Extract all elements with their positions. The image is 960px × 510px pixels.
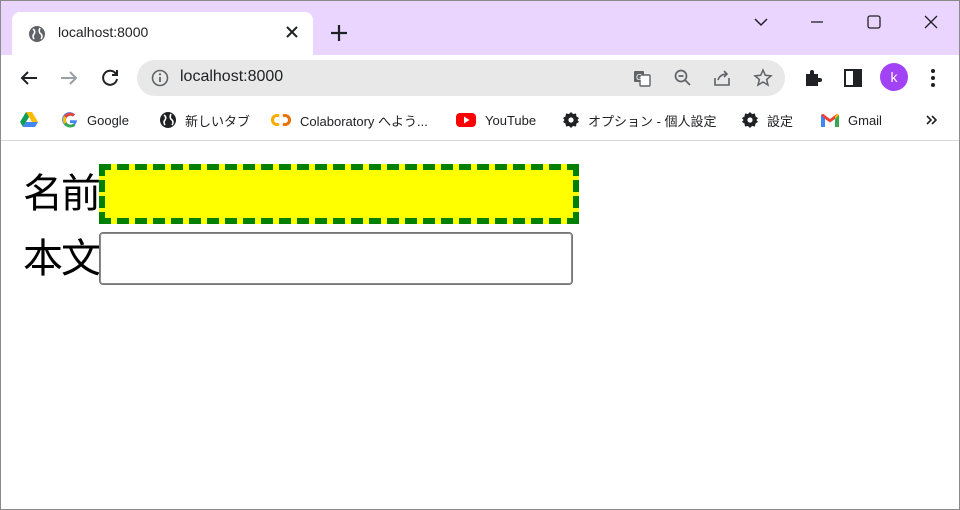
- body-label: 本文: [23, 235, 101, 282]
- bookmark-label: オプション - 個人設定: [588, 113, 717, 129]
- bookmark-star-icon[interactable]: [753, 68, 773, 88]
- gmail-icon: [821, 113, 839, 127]
- translate-icon[interactable]: G: [632, 68, 652, 88]
- maximize-icon[interactable]: [863, 11, 885, 33]
- body-input[interactable]: [99, 232, 573, 285]
- side-panel-icon[interactable]: [842, 67, 864, 89]
- bookmark-label: 設定: [767, 113, 794, 129]
- bookmark-label: 新しいタブ: [185, 113, 251, 129]
- site-info-icon[interactable]: [151, 69, 169, 87]
- gear-icon: [563, 112, 579, 128]
- bookmark-label: Colaboratory へよう...: [300, 113, 428, 129]
- name-row: 名前: [23, 164, 579, 224]
- browser-titlebar: localhost:8000: [1, 1, 959, 56]
- close-window-icon[interactable]: [920, 11, 942, 33]
- bookmark-label: Gmail: [848, 112, 882, 128]
- address-url[interactable]: localhost:8000: [180, 68, 283, 86]
- bookmark-label: YouTube: [485, 112, 537, 128]
- bookmark-settings[interactable]: 設定: [741, 109, 793, 131]
- zoom-out-icon[interactable]: [673, 68, 693, 88]
- bookmark-google-drive[interactable]: [19, 109, 47, 131]
- more-bookmarks-chevron-icon[interactable]: [924, 112, 940, 128]
- bookmark-gmail[interactable]: Gmail: [820, 109, 882, 131]
- bookmarks-bar: Google 新しいタブ Colaboratory へよう... YouTube…: [1, 101, 959, 141]
- reload-icon[interactable]: [99, 67, 121, 89]
- svg-text:G: G: [636, 73, 642, 82]
- globe-icon: [160, 112, 176, 128]
- page-content: 名前 本文: [1, 142, 959, 509]
- profile-avatar[interactable]: k: [880, 63, 908, 91]
- name-label: 名前: [23, 171, 101, 217]
- youtube-icon: [456, 113, 476, 127]
- bookmark-youtube[interactable]: YouTube: [455, 109, 536, 131]
- address-bar[interactable]: localhost:8000 G: [137, 60, 785, 96]
- google-icon: [62, 112, 77, 128]
- bookmark-colaboratory[interactable]: Colaboratory へよう...: [270, 109, 428, 131]
- close-icon[interactable]: [284, 24, 300, 40]
- browser-tab[interactable]: localhost:8000: [12, 12, 313, 56]
- globe-icon: [29, 26, 45, 42]
- minimize-icon[interactable]: [806, 11, 828, 33]
- bookmark-options[interactable]: オプション - 個人設定: [562, 109, 717, 131]
- bookmark-new-tab[interactable]: 新しいタブ: [159, 109, 250, 131]
- colab-icon: [271, 114, 291, 126]
- back-arrow-icon[interactable]: [18, 67, 40, 89]
- body-row: 本文: [23, 232, 573, 285]
- name-input[interactable]: [99, 164, 579, 224]
- share-icon[interactable]: [712, 68, 732, 88]
- google-drive-icon: [20, 112, 38, 127]
- gear-icon: [742, 112, 758, 128]
- extensions-puzzle-icon[interactable]: [802, 67, 824, 89]
- new-tab-icon[interactable]: [329, 23, 349, 43]
- tab-title: localhost:8000: [58, 24, 149, 40]
- tab-search-chevron-icon[interactable]: [750, 11, 772, 33]
- bookmark-google[interactable]: Google: [61, 109, 129, 131]
- forward-arrow-icon[interactable]: [58, 67, 80, 89]
- browser-toolbar: localhost:8000 G k: [1, 55, 959, 101]
- bookmark-label: Google: [87, 112, 129, 128]
- more-menu-icon[interactable]: [922, 67, 944, 89]
